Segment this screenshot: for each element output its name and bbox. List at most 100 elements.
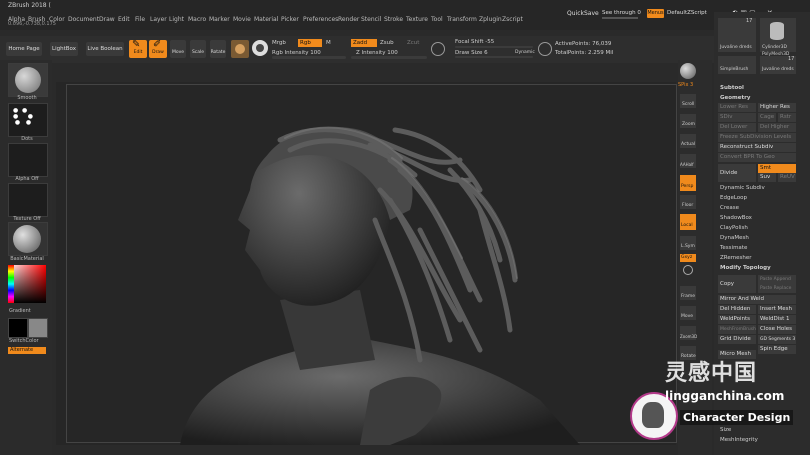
- gxyz-button[interactable]: Gxyz: [680, 254, 696, 262]
- smt-toggle[interactable]: Smt: [758, 164, 796, 173]
- menu-stencil[interactable]: Stencil: [361, 16, 381, 23]
- menu-zplugin[interactable]: Zplugin: [479, 16, 502, 23]
- focal-shift-slider[interactable]: [455, 46, 533, 48]
- menu-movie[interactable]: Movie: [233, 16, 251, 23]
- lsym-button[interactable]: L.Sym: [680, 236, 696, 250]
- gd-segments-slider[interactable]: GD Segments 3: [758, 335, 796, 344]
- spix-readout[interactable]: SPix 3: [678, 82, 693, 88]
- main-color-swatch[interactable]: [8, 318, 28, 338]
- rotate-axis-icon[interactable]: [683, 265, 693, 275]
- del-higher-button[interactable]: Del Higher: [758, 123, 796, 132]
- alpha-tile[interactable]: [8, 143, 48, 177]
- draw-button[interactable]: ✐ Draw: [149, 39, 167, 58]
- frame-button[interactable]: Frame: [680, 286, 696, 300]
- grid-divide-button[interactable]: Grid Divide: [718, 335, 756, 344]
- live-boolean-button[interactable]: Live Boolean: [86, 42, 124, 56]
- menu-document[interactable]: Document: [68, 16, 99, 23]
- weldpoints-button[interactable]: WeldPoints: [718, 315, 756, 324]
- insert-mesh-button[interactable]: Insert Mesh: [758, 305, 796, 314]
- paste-replace-button[interactable]: Paste Replace: [758, 284, 796, 293]
- meshfrombrush-button[interactable]: MeshFromBrush: [718, 325, 756, 334]
- edit-button[interactable]: ✎ Edit: [129, 39, 147, 58]
- z-intensity-slider[interactable]: [351, 56, 427, 59]
- move-view-button[interactable]: Move: [680, 306, 696, 320]
- menu-texture[interactable]: Texture: [406, 16, 428, 23]
- paste-append-button[interactable]: Paste Append: [758, 275, 796, 284]
- menu-zscript[interactable]: Zscript: [502, 16, 523, 23]
- menu-preferences[interactable]: Preferences: [303, 16, 338, 23]
- geometry-header[interactable]: Geometry: [720, 95, 750, 101]
- home-page-button[interactable]: Home Page: [6, 42, 42, 56]
- dynamesh-section[interactable]: DynaMesh: [720, 235, 749, 241]
- move-button[interactable]: Move: [170, 40, 186, 58]
- dots-stroke-tile[interactable]: ● ● ● ● ● ●: [8, 103, 48, 137]
- rstr-button[interactable]: Rstr: [778, 113, 796, 122]
- dynamic-toggle[interactable]: Dynamic: [515, 50, 535, 55]
- scale-button[interactable]: Scale: [190, 40, 206, 58]
- m-toggle[interactable]: M: [326, 40, 331, 46]
- mrgb-toggle[interactable]: Mrgb: [272, 40, 286, 46]
- zoom3d-button[interactable]: Zoom3D: [680, 326, 697, 340]
- scroll-button[interactable]: Scroll: [680, 94, 696, 108]
- actual-button[interactable]: Actual: [680, 134, 696, 148]
- welddist-slider[interactable]: WeldDist 1: [758, 315, 796, 324]
- quicksave-button[interactable]: QuickSave: [567, 10, 599, 17]
- menu-render[interactable]: Render: [338, 16, 359, 23]
- sculpt-model[interactable]: [160, 100, 660, 445]
- rgb-mode-icon[interactable]: [252, 40, 268, 56]
- suv-toggle[interactable]: Suv: [758, 173, 776, 182]
- lightbox-button[interactable]: LightBox: [50, 42, 78, 56]
- zcut-toggle[interactable]: Zcut: [407, 40, 419, 46]
- reuv-toggle[interactable]: ReUV: [778, 173, 796, 182]
- del-lower-button[interactable]: Del Lower: [718, 123, 756, 132]
- rotate-button[interactable]: Rotate: [210, 40, 226, 58]
- higher-res-button[interactable]: Higher Res: [758, 103, 796, 112]
- dynamic-subdiv-section[interactable]: Dynamic Subdiv: [720, 185, 765, 191]
- copy-button[interactable]: Copy: [718, 275, 756, 293]
- size-section[interactable]: Size: [720, 427, 731, 433]
- alternate-toggle[interactable]: Alternate: [8, 347, 46, 354]
- spin-edge-button[interactable]: Spin Edge: [758, 345, 796, 354]
- see-through-track[interactable]: [602, 17, 638, 19]
- zoom-button[interactable]: Zoom: [680, 114, 696, 128]
- menu-marker[interactable]: Marker: [209, 16, 230, 23]
- crease-section[interactable]: Crease: [720, 205, 739, 211]
- texture-tile[interactable]: [8, 183, 48, 217]
- shadowbox-section[interactable]: ShadowBox: [720, 215, 752, 221]
- secondary-color-swatch[interactable]: [28, 318, 48, 338]
- draw-size-slider[interactable]: [455, 56, 533, 58]
- mirror-and-weld-button[interactable]: Mirror And Weld: [718, 295, 796, 304]
- zsub-toggle[interactable]: Zsub: [380, 40, 394, 46]
- rgb-intensity-slider[interactable]: [272, 56, 346, 59]
- reconstruct-subdiv-button[interactable]: Reconstruct Subdiv: [718, 143, 796, 152]
- rgb-toggle[interactable]: Rgb: [298, 39, 322, 47]
- see-through-slider[interactable]: See through 0: [602, 10, 641, 16]
- modify-topology-header[interactable]: Modify Topology: [720, 265, 771, 271]
- subtool-header[interactable]: Subtool: [720, 85, 744, 91]
- tool-thumb-juvaline[interactable]: 17 Juvaline dreds: [718, 18, 756, 52]
- close-holes-button[interactable]: Close Holes: [758, 325, 796, 334]
- menu-transform[interactable]: Transform: [447, 16, 477, 23]
- menu-material[interactable]: Material: [254, 16, 278, 23]
- claypolish-section[interactable]: ClayPolish: [720, 225, 748, 231]
- edgeloop-section[interactable]: EdgeLoop: [720, 195, 747, 201]
- menu-layer[interactable]: Layer: [150, 16, 167, 23]
- menu-picker[interactable]: Picker: [281, 16, 299, 23]
- sdiv-slider[interactable]: SDiv: [718, 113, 756, 122]
- lower-res-button[interactable]: Lower Res: [718, 103, 756, 112]
- zadd-toggle[interactable]: Zadd: [351, 39, 377, 47]
- persp-button[interactable]: Persp: [680, 175, 696, 191]
- aahalf-button[interactable]: AAHalf: [680, 154, 696, 168]
- hue-strip[interactable]: [8, 265, 14, 303]
- menu-macro[interactable]: Macro: [188, 16, 206, 23]
- cage-button[interactable]: Cage: [758, 113, 776, 122]
- tool-thumb-juvaline-2[interactable]: 17 Juvaline dreds: [760, 56, 796, 74]
- tessimate-section[interactable]: Tessimate: [720, 245, 747, 251]
- switch-color-button[interactable]: SwitchColor: [9, 338, 55, 344]
- default-zscript-button[interactable]: DefaultZScript: [667, 10, 707, 16]
- smooth-brush-tile[interactable]: [8, 63, 48, 97]
- menu-stroke[interactable]: Stroke: [384, 16, 403, 23]
- material-tile[interactable]: [8, 222, 48, 256]
- bpr-render-icon[interactable]: [680, 63, 696, 79]
- local-button[interactable]: Local: [680, 214, 696, 230]
